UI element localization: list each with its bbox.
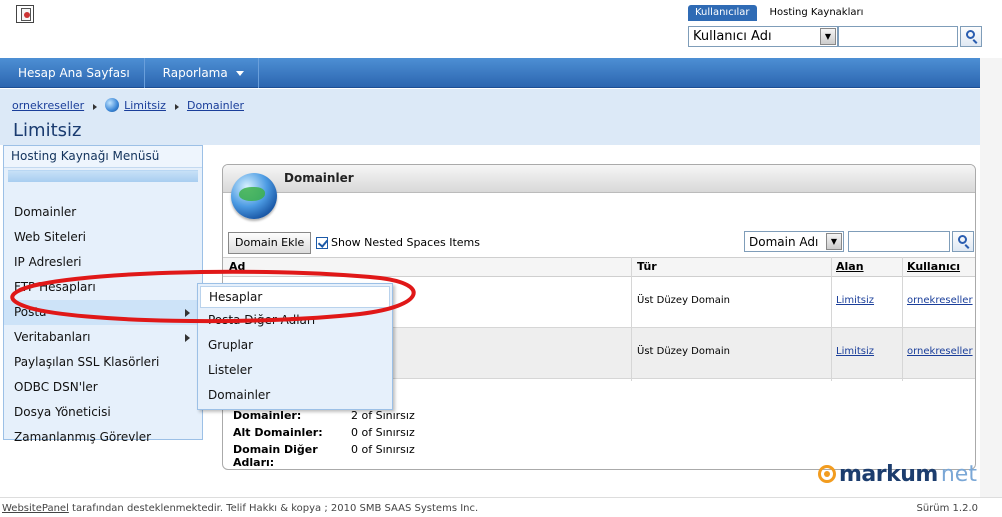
add-domain-button[interactable]: Domain Ekle — [228, 232, 312, 254]
brand-name-part-a: markum — [839, 461, 938, 487]
quota-label: Domain Diğer Adları: — [233, 443, 318, 469]
markum-logo: markum net — [818, 461, 977, 487]
quota-row: Domain Diğer Adları: 0 of Sınırsız — [233, 443, 415, 469]
menu-title-bar — [8, 170, 198, 182]
submenu-item-groups[interactable]: Gruplar — [198, 333, 392, 358]
row-user-link[interactable]: ornekreseller — [907, 295, 973, 306]
menu-list: Domainler Web Siteleri IP Adresleri FTP … — [4, 200, 202, 450]
breadcrumb-separator-icon — [174, 103, 179, 110]
menu-item-domains[interactable]: Domainler — [4, 200, 202, 225]
brand-sun-icon — [818, 465, 836, 483]
search-input[interactable] — [838, 26, 958, 47]
quota-label: Alt Domainler: — [233, 426, 323, 439]
nested-spaces-checkbox[interactable] — [316, 237, 328, 249]
domains-globe-icon — [231, 173, 277, 219]
nav-account-home[interactable]: Hesap Ana Sayfası — [0, 58, 145, 88]
quota-summary: Domainler: 2 of Sınırsız Alt Domainler: … — [233, 409, 415, 469]
quota-value: 0 of Sınırsız — [351, 443, 415, 456]
chevron-down-icon: ▼ — [820, 28, 836, 45]
footer-version: Sürüm 1.2.0 — [916, 503, 979, 514]
menu-item-web-sites[interactable]: Web Siteleri — [4, 225, 202, 250]
submenu-arrow-icon — [185, 334, 190, 342]
menu-item-mail[interactable]: Posta — [4, 300, 202, 325]
row-space-link[interactable]: Limitsiz — [836, 295, 874, 306]
menu-item-ip-addresses[interactable]: IP Adresleri — [4, 250, 202, 275]
domain-filter-select[interactable]: Domain Adı ▼ — [744, 231, 844, 252]
column-divider — [631, 257, 632, 381]
footer-websitepanel-link[interactable]: WebsitePanel — [2, 503, 69, 514]
quota-value: 0 of Sınırsız — [351, 426, 415, 439]
panel-toolbar: Domain Ekle Show Nested Spaces Items Dom… — [228, 230, 974, 254]
quota-row: Domainler: 2 of Sınırsız — [233, 409, 415, 426]
search-icon — [966, 30, 975, 39]
submenu-item-accounts[interactable]: Hesaplar — [200, 286, 390, 308]
menu-title: Hosting Kaynağı Menüsü — [4, 146, 202, 168]
quota-row: Alt Domainler: 0 of Sınırsız — [233, 426, 415, 443]
menu-item-ftp-accounts[interactable]: FTP Hesapları — [4, 275, 202, 300]
page-right-edge — [980, 58, 1002, 497]
quota-label: Domainler: — [233, 409, 302, 422]
menu-item-odbc-dsn[interactable]: ODBC DSN'ler — [4, 375, 202, 400]
chevron-down-icon: ▼ — [826, 233, 842, 250]
menu-item-shared-ssl[interactable]: Paylaşılan SSL Klasörleri — [4, 350, 202, 375]
submenu-arrow-icon — [185, 309, 190, 317]
main-navbar: Hesap Ana Sayfası Raporlama — [0, 58, 980, 88]
search-icon — [958, 235, 967, 244]
nav-reporting[interactable]: Raporlama — [145, 58, 259, 88]
submenu-item-domains[interactable]: Domainler — [198, 383, 392, 408]
caret-down-icon — [235, 70, 244, 76]
tab-users[interactable]: Kullanıcılar — [688, 5, 757, 21]
row-space-link[interactable]: Limitsiz — [836, 346, 874, 357]
globe-icon — [105, 98, 120, 112]
menu-item-databases-label: Veritabanları — [14, 330, 91, 344]
column-divider — [831, 257, 832, 381]
footer-copyright: WebsitePanel tarafından desteklenmektedi… — [2, 503, 478, 514]
mail-submenu: Hesaplar Posta Diğer Adları Gruplar List… — [197, 283, 393, 410]
domain-search-button[interactable] — [952, 231, 974, 252]
breadcrumb-reseller[interactable]: ornekreseller — [12, 99, 84, 112]
quota-value: 2 of Sınırsız — [351, 409, 415, 422]
menu-item-mail-label: Posta — [14, 305, 47, 319]
column-type: Tür — [637, 260, 657, 273]
search-field-select[interactable]: Kullanıcı Adı ▼ — [688, 26, 838, 47]
row-type: Üst Düzey Domain — [637, 295, 730, 306]
hosting-space-menu: Hosting Kaynağı Menüsü Domainler Web Sit… — [3, 145, 203, 444]
brand-name-part-b: net — [940, 461, 977, 487]
content-area: ornekreseller Limitsiz Domainler Limitsi… — [0, 89, 980, 497]
user-search: Kullanıcı Adı ▼ — [688, 26, 982, 48]
submenu-item-lists[interactable]: Listeler — [198, 358, 392, 383]
column-name[interactable]: Ad — [229, 260, 245, 273]
panel-title: Domainler — [284, 171, 354, 185]
top-header: Kullanıcılar Hosting Kaynakları Kullanıc… — [0, 0, 1002, 58]
table-header: Ad Tür Alan Kullanıcı — [223, 257, 975, 277]
menu-item-scheduled-tasks[interactable]: Zamanlanmış Görevler — [4, 425, 202, 450]
scope-tabs: Kullanıcılar Hosting Kaynakları — [688, 5, 870, 21]
column-divider — [902, 257, 903, 381]
breadcrumb-band: ornekreseller Limitsiz Domainler Limitsi… — [0, 89, 980, 145]
footer-copyright-text: tarafından desteklenmektedir. Telif Hakk… — [68, 503, 479, 514]
app-logo-icon[interactable] — [16, 5, 34, 23]
page-footer: WebsitePanel tarafından desteklenmektedi… — [0, 497, 1002, 517]
domain-filter-input[interactable] — [848, 231, 950, 252]
search-button[interactable] — [960, 26, 982, 47]
submenu-item-mail-aliases[interactable]: Posta Diğer Adları — [198, 308, 392, 333]
tab-hosting-spaces[interactable]: Hosting Kaynakları — [763, 5, 871, 21]
nested-spaces-label: Show Nested Spaces Items — [331, 236, 480, 249]
breadcrumb-space[interactable]: Limitsiz — [124, 99, 166, 112]
column-space[interactable]: Alan — [836, 260, 864, 273]
breadcrumb-separator-icon — [93, 103, 98, 110]
page-title: Limitsiz — [13, 120, 82, 141]
menu-item-databases[interactable]: Veritabanları — [4, 325, 202, 350]
domain-filter-value: Domain Adı — [749, 235, 819, 249]
nav-account-home-label: Hesap Ana Sayfası — [18, 66, 130, 80]
row-user-link[interactable]: ornekreseller — [907, 346, 973, 357]
breadcrumb: ornekreseller Limitsiz Domainler — [12, 98, 244, 112]
row-type: Üst Düzey Domain — [637, 346, 730, 357]
panel-header: Domainler — [223, 165, 975, 193]
column-user[interactable]: Kullanıcı — [907, 260, 960, 273]
breadcrumb-domains[interactable]: Domainler — [187, 99, 244, 112]
menu-item-file-manager[interactable]: Dosya Yöneticisi — [4, 400, 202, 425]
search-field-value: Kullanıcı Adı — [693, 29, 772, 44]
nav-reporting-label: Raporlama — [162, 66, 228, 80]
